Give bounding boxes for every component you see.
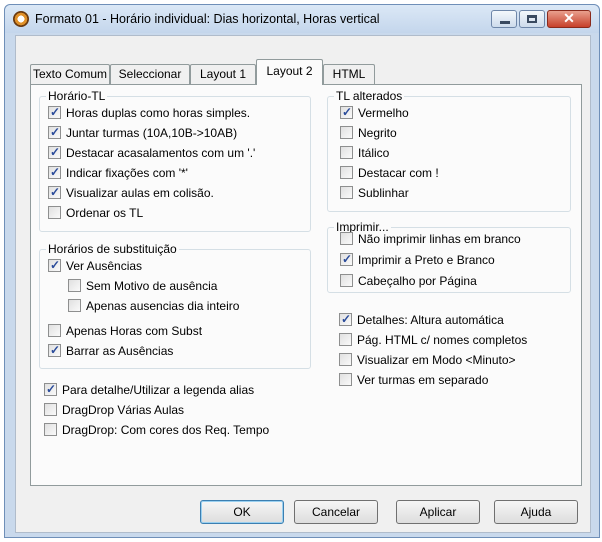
tab-layout-1[interactable]: Layout 1 — [190, 64, 256, 84]
checkbox-label: Visualizar aulas em colisão. — [66, 186, 214, 200]
check-icon: ✓ — [342, 105, 353, 119]
checkbox-label: Negrito — [358, 126, 397, 140]
checkbox-box[interactable] — [340, 146, 353, 159]
check-icon: ✓ — [342, 252, 353, 266]
check-icon: ✓ — [50, 343, 61, 357]
checkbox-label: DragDrop Várias Aulas — [62, 403, 185, 417]
checkbox-label: Apenas Horas com Subst — [66, 324, 203, 338]
checkbox-box[interactable] — [339, 353, 352, 366]
checkbox-label: Ver turmas em separado — [357, 373, 489, 387]
checkbox-box[interactable]: ✓ — [48, 145, 61, 159]
checkbox-box[interactable]: ✓ — [48, 258, 61, 272]
checkbox-box[interactable]: ✓ — [48, 343, 61, 357]
checkbox-box[interactable] — [44, 423, 57, 436]
checkbox-label: Barrar as Ausências — [66, 344, 174, 358]
minimize-icon — [500, 21, 510, 24]
check-icon: ✓ — [50, 145, 61, 159]
checkbox-box[interactable] — [340, 186, 353, 199]
maximize-icon — [527, 15, 537, 23]
tab-texto-comum[interactable]: Texto Comum — [30, 64, 110, 84]
checkbox-box[interactable] — [340, 126, 353, 139]
checkbox-box[interactable] — [340, 232, 353, 245]
app-icon — [13, 11, 29, 27]
close-button[interactable]: ✕ — [547, 10, 591, 28]
minimize-button[interactable] — [491, 10, 517, 28]
checkbox-label: Destacar com ! — [358, 166, 439, 180]
checkbox-box[interactable]: ✓ — [48, 105, 61, 119]
checkbox-label: Destacar acasalamentos com um '.' — [66, 146, 256, 160]
checkbox-label: Juntar turmas (10A,10B->10AB) — [66, 126, 238, 140]
group-tl-alterados: TL alterados ✓ Vermelho Negrito Itálico … — [327, 89, 571, 212]
checkbox-box[interactable]: ✓ — [340, 105, 353, 119]
checkbox-label: Detalhes: Altura automática — [357, 313, 504, 327]
checkbox-label: Imprimir a Preto e Branco — [358, 253, 495, 267]
apply-button[interactable]: Aplicar — [396, 500, 480, 524]
checkbox-box[interactable]: ✓ — [340, 252, 353, 266]
checkbox-label: Visualizar em Modo <Minuto> — [357, 353, 516, 367]
checkbox-label: DragDrop: Com cores dos Req. Tempo — [62, 423, 270, 437]
group-imprimir: Imprimir... Não imprimir linhas em branc… — [327, 220, 571, 293]
checkbox-box[interactable]: ✓ — [48, 165, 61, 179]
checkbox-box[interactable] — [68, 279, 81, 292]
check-icon: ✓ — [50, 185, 61, 199]
tab-layout-2[interactable]: Layout 2 — [256, 59, 323, 85]
dialog-client-area: Texto Comum Seleccionar Layout 1 Layout … — [15, 35, 591, 533]
check-icon: ✓ — [50, 125, 61, 139]
check-icon: ✓ — [50, 165, 61, 179]
tab-html[interactable]: HTML — [323, 64, 375, 84]
group-horario-tl: Horário-TL ✓ Horas duplas como horas sim… — [39, 89, 311, 232]
checkbox-label: Apenas ausencias dia inteiro — [86, 299, 240, 313]
title-bar[interactable]: Formato 01 - Horário individual: Dias ho… — [5, 5, 599, 33]
group-legend-horario-tl: Horário-TL — [46, 89, 108, 103]
checkbox-box[interactable]: ✓ — [339, 312, 352, 326]
checkbox-box[interactable] — [48, 324, 61, 337]
checkbox-box[interactable] — [339, 333, 352, 346]
ok-button[interactable]: OK — [200, 500, 284, 524]
check-icon: ✓ — [50, 258, 61, 272]
checkbox-label: Para detalhe/Utilizar a legenda alias — [62, 383, 255, 397]
checkbox-label: Não imprimir linhas em branco — [358, 232, 521, 246]
checkbox-box[interactable]: ✓ — [48, 125, 61, 139]
group-substituicao: Horários de substituição ✓ Ver Ausências… — [39, 242, 311, 369]
checkbox-label: Itálico — [358, 146, 390, 160]
checkbox-label: Horas duplas como horas simples. — [66, 106, 251, 120]
checkbox-label: Pág. HTML c/ nomes completos — [357, 333, 528, 347]
checkbox-label: Indicar fixações com '*' — [66, 166, 188, 180]
group-legend-tl-alterados: TL alterados — [334, 89, 405, 103]
help-button[interactable]: Ajuda — [494, 500, 578, 524]
close-icon: ✕ — [563, 10, 575, 26]
checkbox-label: Ordenar os TL — [66, 206, 144, 220]
check-icon: ✓ — [46, 382, 57, 396]
group-legend-substituicao: Horários de substituição — [46, 242, 179, 256]
checkbox-label: Ver Ausências — [66, 259, 143, 273]
check-icon: ✓ — [341, 312, 352, 326]
tab-page-layout-2: Horário-TL ✓ Horas duplas como horas sim… — [30, 84, 582, 486]
checkbox-box[interactable] — [48, 206, 61, 219]
check-icon: ✓ — [50, 105, 61, 119]
checkbox-box[interactable]: ✓ — [48, 185, 61, 199]
checkbox-label: Sublinhar — [358, 186, 409, 200]
maximize-button[interactable] — [519, 10, 545, 28]
checkbox-box[interactable] — [44, 403, 57, 416]
dialog-window: Formato 01 - Horário individual: Dias ho… — [4, 4, 600, 538]
checkbox-label: Cabeçalho por Página — [358, 274, 477, 288]
checkbox-box[interactable]: ✓ — [44, 382, 57, 396]
checkbox-box[interactable] — [339, 373, 352, 386]
checkbox-label: Vermelho — [358, 106, 409, 120]
cancel-button[interactable]: Cancelar — [294, 500, 378, 524]
checkbox-box[interactable] — [340, 274, 353, 287]
checkbox-label: Sem Motivo de ausência — [86, 279, 218, 293]
tab-seleccionar[interactable]: Seleccionar — [110, 64, 190, 84]
window-title: Formato 01 - Horário individual: Dias ho… — [35, 12, 380, 26]
checkbox-box[interactable] — [340, 166, 353, 179]
checkbox-box[interactable] — [68, 299, 81, 312]
